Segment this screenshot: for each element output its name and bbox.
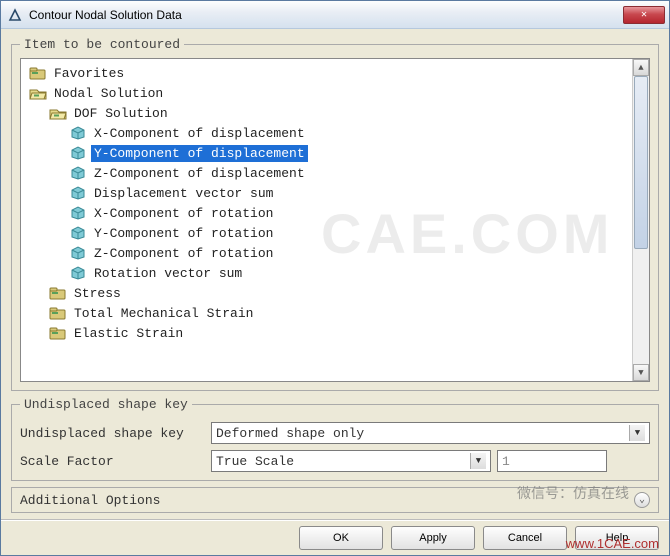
folder-icon [29, 66, 47, 80]
dialog-window: Contour Nodal Solution Data ✕ Item to be… [0, 0, 670, 556]
tree-folder[interactable]: Elastic Strain [25, 323, 632, 343]
tree-leaf[interactable]: Rotation vector sum [25, 263, 632, 283]
tree-item-label: Favorites [51, 65, 127, 82]
scale-factor-value: True Scale [216, 454, 294, 469]
vertical-scrollbar[interactable]: ▲ ▼ [632, 59, 649, 381]
result-cube-icon [69, 266, 87, 280]
tree-folder[interactable]: DOF Solution [25, 103, 632, 123]
tree-folder[interactable]: Nodal Solution [25, 83, 632, 103]
cancel-button[interactable]: Cancel [483, 526, 567, 550]
item-contoured-group: Item to be contoured Favorites Nodal Solu… [11, 37, 659, 391]
ok-button[interactable]: OK [299, 526, 383, 550]
tree-item-label: Stress [71, 285, 124, 302]
shape-key-value: Deformed shape only [216, 426, 364, 441]
tree-item-label: Rotation vector sum [91, 265, 245, 282]
app-icon [7, 7, 23, 23]
result-cube-icon [69, 186, 87, 200]
result-cube-icon [69, 146, 87, 160]
tree-item-label: Y-Component of rotation [91, 225, 276, 242]
scroll-down-button[interactable]: ▼ [633, 364, 649, 381]
scale-factor-input[interactable]: 1 [497, 450, 607, 472]
scroll-thumb[interactable] [634, 76, 648, 249]
result-cube-icon [69, 166, 87, 180]
shape-key-row: Undisplaced shape key Deformed shape onl… [20, 422, 650, 444]
tree-leaf[interactable]: Y-Component of rotation [25, 223, 632, 243]
tree-leaf[interactable]: Y-Component of displacement [25, 143, 632, 163]
result-cube-icon [69, 246, 87, 260]
result-cube-icon [69, 126, 87, 140]
tree-item-label: Displacement vector sum [91, 185, 276, 202]
shape-key-combo[interactable]: Deformed shape only ▼ [211, 422, 650, 444]
results-tree[interactable]: Favorites Nodal Solution DOF Solution X-Com… [21, 59, 632, 381]
close-button[interactable]: ✕ [623, 6, 665, 24]
close-icon: ✕ [641, 9, 647, 21]
scroll-up-button[interactable]: ▲ [633, 59, 649, 76]
additional-options-label: Additional Options [20, 493, 160, 508]
tree-item-label: X-Component of rotation [91, 205, 276, 222]
tree-folder[interactable]: Total Mechanical Strain [25, 303, 632, 323]
chevron-down-icon: ▼ [629, 425, 645, 441]
content-area: Item to be contoured Favorites Nodal Solu… [1, 29, 669, 519]
scale-factor-label: Scale Factor [20, 454, 205, 469]
chevron-down-icon: ▼ [470, 453, 486, 469]
result-cube-icon [69, 206, 87, 220]
tree-item-label: Nodal Solution [51, 85, 166, 102]
window-title: Contour Nodal Solution Data [29, 8, 182, 22]
tree-folder[interactable]: Favorites [25, 63, 632, 83]
title-bar[interactable]: Contour Nodal Solution Data ✕ [1, 1, 669, 29]
tree-leaf[interactable]: X-Component of displacement [25, 123, 632, 143]
additional-options-bar[interactable]: Additional Options ⌄ [11, 487, 659, 513]
tree-item-label: Z-Component of rotation [91, 245, 276, 262]
help-button[interactable]: Help [575, 526, 659, 550]
button-bar: OK Apply Cancel Help [1, 519, 669, 555]
scale-factor-row: Scale Factor True Scale ▼ 1 [20, 450, 650, 472]
scale-factor-number: 1 [502, 454, 510, 469]
folder-open-icon [49, 106, 67, 120]
tree-item-label: Elastic Strain [71, 325, 186, 342]
scroll-track[interactable] [633, 76, 649, 364]
tree-item-label: Y-Component of displacement [91, 145, 308, 162]
tree-leaf[interactable]: X-Component of rotation [25, 203, 632, 223]
scale-factor-combo[interactable]: True Scale ▼ [211, 450, 491, 472]
folder-icon [49, 326, 67, 340]
tree-item-label: Z-Component of displacement [91, 165, 308, 182]
result-cube-icon [69, 226, 87, 240]
expand-down-icon: ⌄ [634, 492, 650, 508]
tree-item-label: X-Component of displacement [91, 125, 308, 142]
tree-item-label: DOF Solution [71, 105, 171, 122]
shape-key-label: Undisplaced shape key [20, 426, 205, 441]
folder-open-icon [29, 86, 47, 100]
tree-leaf[interactable]: Displacement vector sum [25, 183, 632, 203]
item-contoured-legend: Item to be contoured [20, 37, 184, 52]
apply-button[interactable]: Apply [391, 526, 475, 550]
undisplaced-shape-group: Undisplaced shape key Undisplaced shape … [11, 397, 659, 481]
folder-icon [49, 306, 67, 320]
tree-item-label: Total Mechanical Strain [71, 305, 256, 322]
tree-leaf[interactable]: Z-Component of rotation [25, 243, 632, 263]
tree-leaf[interactable]: Z-Component of displacement [25, 163, 632, 183]
folder-icon [49, 286, 67, 300]
tree-folder[interactable]: Stress [25, 283, 632, 303]
tree-container: Favorites Nodal Solution DOF Solution X-Com… [20, 58, 650, 382]
undisplaced-shape-legend: Undisplaced shape key [20, 397, 192, 412]
